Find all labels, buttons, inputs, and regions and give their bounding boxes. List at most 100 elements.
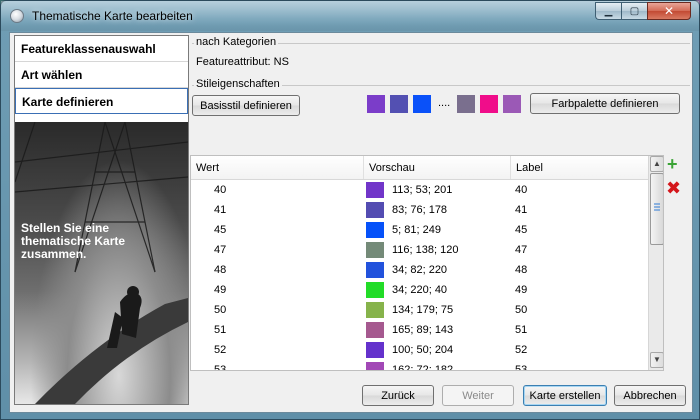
category-table: Wert Vorschau Label 40 113; 53; 201 40 41 83… bbox=[190, 155, 664, 371]
rgb-value: 83; 76; 178 bbox=[392, 204, 448, 216]
scroll-down-arrow-icon[interactable]: ▼ bbox=[650, 352, 663, 368]
cell-label[interactable]: 41 bbox=[511, 204, 648, 216]
close-button[interactable]: ✕ bbox=[647, 2, 691, 20]
cell-wert: 45 bbox=[214, 224, 227, 236]
palette-ellipsis: .... bbox=[438, 97, 451, 109]
palette-swatch bbox=[480, 95, 498, 113]
wizard-step-define-map[interactable]: Karte definieren bbox=[15, 88, 188, 114]
cancel-button[interactable]: Abbrechen bbox=[614, 385, 686, 406]
cell-vorschau[interactable]: 165; 89; 143 bbox=[364, 322, 511, 338]
color-preview-swatch[interactable] bbox=[366, 222, 384, 238]
cell-vorschau[interactable]: 134; 179; 75 bbox=[364, 302, 511, 318]
grip-icon bbox=[654, 203, 660, 211]
cell-vorschau[interactable]: 83; 76; 178 bbox=[364, 202, 511, 218]
cell-wert: 40 bbox=[214, 184, 227, 196]
cell-label[interactable]: 49 bbox=[511, 284, 648, 296]
scroll-thumb[interactable] bbox=[650, 173, 663, 245]
color-preview-swatch[interactable] bbox=[366, 242, 384, 258]
table-row[interactable]: 45 5; 81; 249 45 bbox=[191, 220, 648, 240]
cell-label[interactable]: 47 bbox=[511, 244, 648, 256]
cell-vorschau[interactable]: 34; 220; 40 bbox=[364, 282, 511, 298]
base-style-button[interactable]: Basisstil definieren bbox=[192, 95, 300, 116]
column-header-vorschau[interactable]: Vorschau bbox=[364, 156, 511, 179]
wizard-step-featureclass[interactable]: Featureklassenauswahl bbox=[15, 36, 188, 62]
table-row[interactable]: 49 34; 220; 40 49 bbox=[191, 280, 648, 300]
app-icon bbox=[10, 9, 24, 23]
table-row[interactable]: 50 134; 179; 75 50 bbox=[191, 300, 648, 320]
cell-vorschau[interactable]: 5; 81; 249 bbox=[364, 222, 511, 238]
cell-label[interactable]: 53 bbox=[511, 364, 648, 370]
palette-swatch bbox=[390, 95, 408, 113]
column-header-label[interactable]: Label bbox=[511, 156, 648, 179]
cell-vorschau[interactable]: 113; 53; 201 bbox=[364, 182, 511, 198]
next-button[interactable]: Weiter bbox=[442, 385, 514, 406]
category-group-title: nach Kategorien bbox=[194, 36, 279, 48]
color-preview-swatch[interactable] bbox=[366, 362, 384, 370]
table-row[interactable]: 52 100; 50; 204 52 bbox=[191, 340, 648, 360]
cell-label[interactable]: 52 bbox=[511, 344, 648, 356]
table-row[interactable]: 51 165; 89; 143 51 bbox=[191, 320, 648, 340]
color-preview-swatch[interactable] bbox=[366, 342, 384, 358]
cell-wert: 41 bbox=[214, 204, 227, 216]
color-preview-swatch[interactable] bbox=[366, 302, 384, 318]
color-preview-swatch[interactable] bbox=[366, 182, 384, 198]
rgb-value: 34; 220; 40 bbox=[392, 284, 448, 296]
cell-vorschau[interactable]: 34; 82; 220 bbox=[364, 262, 511, 278]
cell-wert: 52 bbox=[214, 344, 227, 356]
feature-attribute-label: Featureattribut: NS bbox=[196, 56, 289, 68]
table-row[interactable]: 41 83; 76; 178 41 bbox=[191, 200, 648, 220]
palette-swatch bbox=[413, 95, 431, 113]
window-title: Thematische Karte bearbeiten bbox=[32, 9, 193, 23]
feature-attribute-value: NS bbox=[273, 56, 289, 68]
cell-vorschau[interactable]: 100; 50; 204 bbox=[364, 342, 511, 358]
back-button[interactable]: Zurück bbox=[362, 385, 434, 406]
wizard-illustration: Stellen Sie eine thematische Karte zusam… bbox=[15, 122, 188, 404]
column-header-wert[interactable]: Wert bbox=[191, 156, 364, 179]
cell-wert: 50 bbox=[214, 304, 227, 316]
cell-label[interactable]: 40 bbox=[511, 184, 648, 196]
scroll-up-arrow-icon[interactable]: ▲ bbox=[650, 156, 663, 172]
table-row[interactable]: 48 34; 82; 220 48 bbox=[191, 260, 648, 280]
table-row[interactable]: 40 113; 53; 201 40 bbox=[191, 180, 648, 200]
palette-swatch bbox=[367, 95, 385, 113]
minimize-icon: ▁ bbox=[604, 5, 613, 17]
cell-wert: 49 bbox=[214, 284, 227, 296]
cell-vorschau[interactable]: 162; 72; 182 bbox=[364, 362, 511, 370]
rgb-value: 165; 89; 143 bbox=[392, 324, 454, 336]
cell-wert: 51 bbox=[214, 324, 227, 336]
wizard-step-type[interactable]: Art wählen bbox=[15, 62, 188, 88]
define-palette-button[interactable]: Farbpalette definieren bbox=[530, 93, 680, 114]
color-preview-swatch[interactable] bbox=[366, 322, 384, 338]
table-body: 40 113; 53; 201 40 41 83; 76; 178 41 45 5; 81; … bbox=[191, 180, 648, 371]
table-row[interactable]: 47 116; 138; 120 47 bbox=[191, 240, 648, 260]
color-preview-swatch[interactable] bbox=[366, 262, 384, 278]
cell-label[interactable]: 51 bbox=[511, 324, 648, 336]
add-row-icon[interactable]: + bbox=[667, 155, 678, 173]
create-map-button[interactable]: Karte erstellen bbox=[523, 385, 607, 406]
title-bar[interactable]: Thematische Karte bearbeiten ▁ ▢ ✕ bbox=[1, 1, 699, 31]
cell-label[interactable]: 50 bbox=[511, 304, 648, 316]
dialog-client: Featureklassenauswahl Art wählen Karte d… bbox=[9, 32, 693, 413]
rgb-value: 113; 53; 201 bbox=[392, 184, 453, 196]
window-controls: ▁ ▢ ✕ bbox=[595, 2, 691, 20]
cell-label[interactable]: 45 bbox=[511, 224, 648, 236]
maximize-button[interactable]: ▢ bbox=[621, 2, 647, 20]
rgb-value: 116; 138; 120 bbox=[392, 244, 459, 256]
remove-row-icon[interactable]: ✖ bbox=[666, 179, 681, 197]
cell-vorschau[interactable]: 116; 138; 120 bbox=[364, 242, 511, 258]
wizard-step-panel: Featureklassenauswahl Art wählen Karte d… bbox=[14, 35, 189, 405]
wizard-caption: Stellen Sie eine thematische Karte zusam… bbox=[21, 221, 126, 261]
style-group-title: Stileigenschaften bbox=[194, 78, 282, 90]
color-preview-swatch[interactable] bbox=[366, 282, 384, 298]
cell-label[interactable]: 48 bbox=[511, 264, 648, 276]
cell-wert: 47 bbox=[214, 244, 227, 256]
cell-wert: 48 bbox=[214, 264, 227, 276]
minimize-button[interactable]: ▁ bbox=[595, 2, 621, 20]
close-icon: ✕ bbox=[663, 4, 675, 18]
table-scrollbar[interactable]: ▲ ▼ bbox=[648, 156, 663, 370]
table-row[interactable]: 53 162; 72; 182 53 bbox=[191, 360, 648, 371]
cell-wert: 53 bbox=[214, 364, 227, 371]
color-preview-swatch[interactable] bbox=[366, 202, 384, 218]
power-pylon-worker-image bbox=[15, 122, 188, 404]
maximize-icon: ▢ bbox=[629, 5, 640, 17]
